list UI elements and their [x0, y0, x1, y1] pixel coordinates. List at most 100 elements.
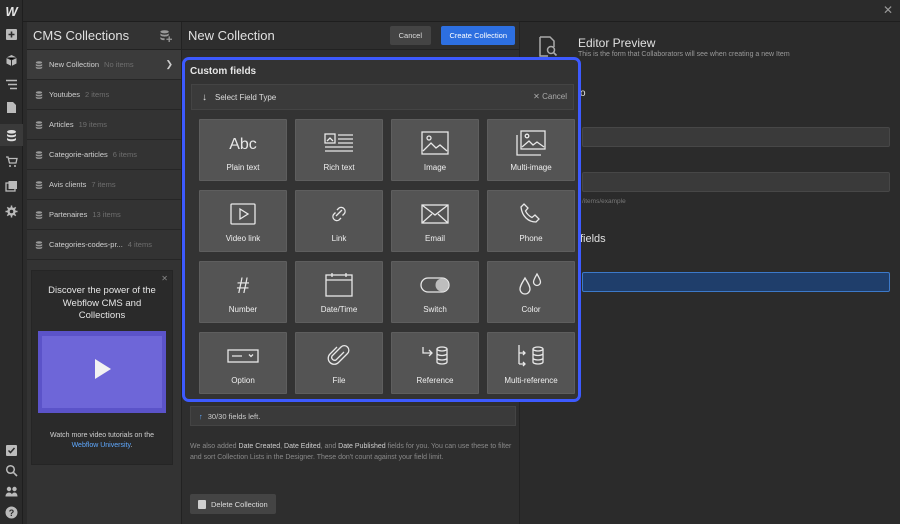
preview-slug-hint: /items/example — [582, 198, 626, 205]
delete-collection-button[interactable]: Delete Collection — [190, 494, 276, 514]
trash-icon — [198, 499, 206, 509]
webflow-logo[interactable]: W — [0, 0, 23, 22]
field-type-number[interactable]: # Number — [199, 261, 287, 323]
field-type-label: Link — [331, 234, 347, 243]
collection-db-icon — [35, 181, 43, 189]
field-type-video-link[interactable]: Video link — [199, 190, 287, 252]
preview-search-icon — [539, 36, 558, 57]
field-type-label: Switch — [423, 305, 447, 314]
editor-preview-panel: Editor Preview This is the form that Col… — [526, 22, 900, 524]
navigator-icon[interactable] — [5, 78, 18, 91]
field-type-multi-image[interactable]: Multi-image — [487, 119, 575, 181]
collections-header: CMS Collections — [27, 22, 181, 50]
collection-name: New Collection — [49, 60, 100, 69]
collection-count: 19 items — [78, 120, 107, 129]
add-collection-icon[interactable] — [157, 28, 173, 44]
ecommerce-icon[interactable] — [5, 155, 18, 168]
field-type-multi-reference[interactable]: Multi-reference — [487, 332, 575, 394]
field-type-rich-text[interactable]: Rich text — [295, 119, 383, 181]
collection-item[interactable]: Categories-codes-pr... 4 items — [27, 230, 181, 260]
video-icon — [227, 201, 259, 227]
settings-icon[interactable] — [5, 205, 18, 218]
promo-title: Discover the power of the Webflow CMS an… — [48, 285, 156, 321]
email-icon — [419, 201, 451, 227]
fields-left-bar: ↑ 30/30 fields left. — [190, 406, 516, 426]
collection-count: 7 items — [91, 180, 116, 189]
number-icon: # — [227, 272, 259, 298]
collection-item[interactable]: Youtubes 2 items — [27, 80, 181, 110]
field-type-label: Plain text — [226, 163, 260, 172]
field-type-label: Image — [423, 163, 447, 172]
webflow-university-link[interactable]: Webflow University — [72, 442, 131, 449]
field-type-file[interactable]: File — [295, 332, 383, 394]
collection-count: 13 items — [92, 210, 121, 219]
cms-icon[interactable] — [0, 124, 23, 146]
preview-fields-heading: fields — [580, 233, 606, 245]
collection-db-icon — [35, 91, 43, 99]
field-type-grid: Abc Plain text Rich text Image Multi-image Vi… — [199, 119, 577, 394]
color-icon — [515, 272, 547, 298]
multi-image-icon — [515, 130, 547, 156]
collection-item[interactable]: Partenaires 13 items — [27, 200, 181, 230]
webflow-designer: W ? ✕ CMS Collections New Collection No i… — [0, 0, 900, 524]
field-type-label: Date/Time — [320, 305, 358, 314]
field-type-email[interactable]: Email — [391, 190, 479, 252]
box-icon[interactable] — [5, 54, 18, 67]
file-icon — [323, 343, 355, 369]
collection-item[interactable]: Avis clients 7 items — [27, 170, 181, 200]
cancel-field-select-button[interactable]: ✕ Cancel — [533, 92, 567, 101]
add-icon[interactable] — [5, 28, 18, 41]
preview-selected-field — [582, 272, 890, 292]
pages-icon[interactable] — [5, 101, 18, 114]
field-type-label: File — [332, 376, 346, 385]
field-type-image[interactable]: Image — [391, 119, 479, 181]
field-type-label: Phone — [519, 234, 543, 243]
close-icon[interactable]: ✕ — [882, 4, 894, 16]
preview-slug-input — [582, 172, 890, 192]
field-type-label: Number — [228, 305, 258, 314]
field-type-label: Video link — [225, 234, 261, 243]
play-icon[interactable] — [95, 358, 111, 379]
search-icon[interactable] — [5, 464, 18, 477]
field-type-color[interactable]: Color — [487, 261, 575, 323]
field-type-label: Email — [424, 234, 445, 243]
cancel-button[interactable]: Cancel — [389, 26, 431, 45]
collection-db-icon — [35, 121, 43, 129]
field-type-option[interactable]: Option — [199, 332, 287, 394]
promo-video-thumbnail[interactable] — [38, 330, 166, 413]
collection-db-icon — [35, 61, 43, 69]
field-type-date-time[interactable]: Date/Time — [295, 261, 383, 323]
custom-fields-title: Custom fields — [190, 66, 257, 77]
field-type-switch[interactable]: Switch — [391, 261, 479, 323]
collection-db-icon — [35, 211, 43, 219]
image-icon — [419, 130, 451, 156]
tasks-icon[interactable] — [5, 444, 18, 457]
users-icon[interactable] — [5, 485, 18, 498]
create-collection-button[interactable]: Create Collection — [441, 26, 515, 45]
top-bar: ✕ — [23, 0, 900, 22]
collection-count: No items — [104, 60, 134, 69]
collection-item[interactable]: New Collection No items ❯ — [27, 50, 181, 80]
field-type-label: Multi-reference — [504, 376, 558, 385]
assets-icon[interactable] — [5, 180, 18, 193]
field-type-link[interactable]: Link — [295, 190, 383, 252]
help-icon[interactable]: ? — [5, 506, 18, 519]
collection-item[interactable]: Articles 19 items — [27, 110, 181, 140]
field-type-label: Option — [231, 376, 255, 385]
field-type-reference[interactable]: Reference — [391, 332, 479, 394]
editor-preview-subtitle: This is the form that Collaborators will… — [578, 51, 790, 58]
collection-name: Categories-codes-pr... — [49, 240, 123, 249]
reference-icon — [419, 343, 451, 369]
arrow-up-icon: ↑ — [199, 411, 203, 421]
phone-icon — [515, 201, 547, 227]
close-promo-icon[interactable]: ✕ — [161, 274, 168, 283]
plain-text-icon: Abc — [227, 130, 259, 156]
fields-left-text: 30/30 fields left. — [207, 411, 261, 421]
promo-footer-text: Watch more video tutorials on the — [49, 431, 154, 439]
field-type-phone[interactable]: Phone — [487, 190, 575, 252]
field-type-plain-text[interactable]: Abc Plain text — [199, 119, 287, 181]
collection-item[interactable]: Categorie-articles 6 items — [27, 140, 181, 170]
collection-name: Avis clients — [49, 180, 87, 189]
select-field-type-bar: ↓ Select Field Type ✕ Cancel — [191, 84, 574, 110]
chevron-right-icon: ❯ — [165, 59, 173, 69]
